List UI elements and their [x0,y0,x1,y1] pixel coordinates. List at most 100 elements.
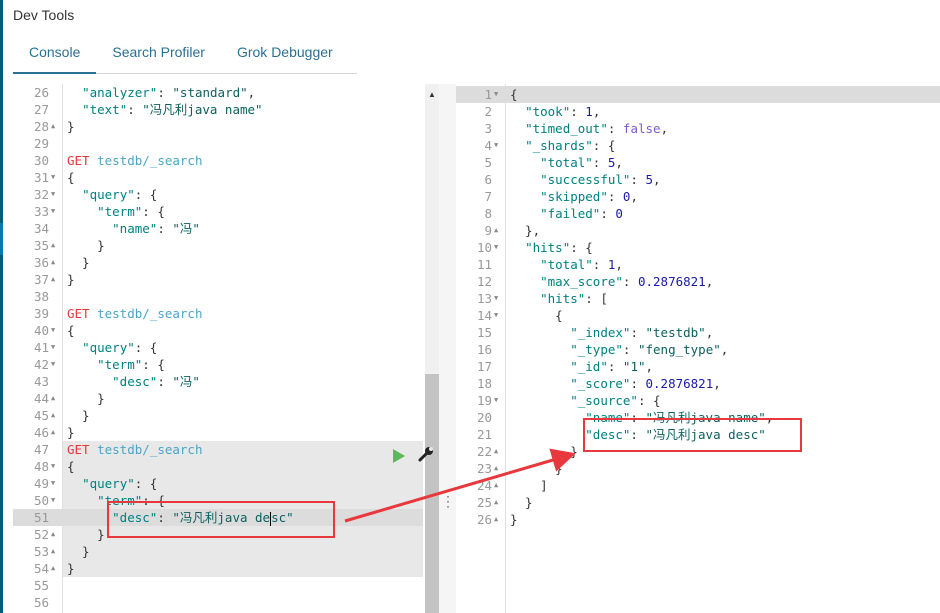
resize-handle-icon[interactable]: · · · [446,490,450,512]
fold-expand-icon[interactable]: ▲ [51,560,61,577]
code-line[interactable]: 17 "_id": "1", [456,358,940,375]
code-line[interactable]: 56 [13,594,423,611]
fold-expand-icon[interactable]: ▲ [494,222,504,239]
code-line[interactable]: 27 "text": "冯凡利java name" [13,101,423,118]
code-line[interactable]: 40 ▼ { [13,322,423,339]
code-line[interactable]: 39 GET testdb/_search [13,305,423,322]
play-icon[interactable] [393,449,405,463]
code-line[interactable]: 15 "_index": "testdb", [456,324,940,341]
fold-collapse-icon[interactable]: ▼ [51,458,61,475]
scrollbar-thumb[interactable] [425,374,439,613]
fold-expand-icon[interactable]: ▲ [494,494,504,511]
tab-grok-debugger[interactable]: Grok Debugger [221,36,349,74]
code-line[interactable]: 38 [13,288,423,305]
scroll-up-icon[interactable]: ▲ [428,90,436,99]
code-line[interactable]: 42 ▼ "term": { [13,356,423,373]
code-line[interactable]: 23 ▲ } [456,460,940,477]
code-line[interactable]: 3 "timed_out": false, [456,120,940,137]
code-line[interactable]: 41 ▼ "query": { [13,339,423,356]
fold-collapse-icon[interactable]: ▼ [51,339,61,356]
fold-collapse-icon[interactable]: ▼ [494,86,504,103]
fold-collapse-icon[interactable]: ▼ [51,475,61,492]
code-line[interactable]: 14 ▼ { [456,307,940,324]
code-line[interactable]: 31 ▼ { [13,169,423,186]
code-line[interactable]: 5 "total": 5, [456,154,940,171]
code-line[interactable]: 8 "failed": 0 [456,205,940,222]
fold-collapse-icon[interactable]: ▼ [494,137,504,154]
code-line[interactable]: 36 ▲ } [13,254,423,271]
code-line[interactable]: 10 ▼ "hits": { [456,239,940,256]
code-line[interactable]: 18 "_score": 0.2876821, [456,375,940,392]
code-line[interactable]: 19 ▼ "_source": { [456,392,940,409]
code-line[interactable]: 2 "took": 1, [456,103,940,120]
code-line[interactable]: 4 ▼ "_shards": { [456,137,940,154]
fold-collapse-icon[interactable]: ▼ [494,290,504,307]
code-line[interactable]: 25 ▲ } [456,494,940,511]
panel-resizer[interactable]: · · · [439,84,456,613]
fold-expand-icon[interactable]: ▲ [51,526,61,543]
line-number: 4 [484,138,492,153]
code-line[interactable]: 16 "_type": "feng_type", [456,341,940,358]
line-number: 12 [476,274,492,289]
fold-collapse-icon[interactable]: ▼ [494,307,504,324]
code-line[interactable]: 12 "max_score": 0.2876821, [456,273,940,290]
fold-expand-icon[interactable]: ▲ [494,511,504,528]
code-line[interactable]: 28 ▲} [13,118,423,135]
code-line[interactable]: 49 ▼ "query": { [13,475,423,492]
fold-collapse-icon[interactable]: ▼ [494,392,504,409]
code-line[interactable]: 6 "successful": 5, [456,171,940,188]
tab-console[interactable]: Console [13,36,97,74]
fold-expand-icon[interactable]: ▲ [51,254,61,271]
fold-collapse-icon[interactable]: ▼ [51,322,61,339]
line-number: 16 [476,342,492,357]
fold-collapse-icon[interactable]: ▼ [51,186,61,203]
fold-expand-icon[interactable]: ▲ [494,477,504,494]
fold-collapse-icon[interactable]: ▼ [51,492,61,509]
fold-expand-icon[interactable]: ▲ [51,118,61,135]
fold-collapse-icon[interactable]: ▼ [51,356,61,373]
tab-search-profiler[interactable]: Search Profiler [96,36,221,74]
code-line[interactable]: 7 "skipped": 0, [456,188,940,205]
code-line[interactable]: 37 ▲} [13,271,423,288]
code-line[interactable]: 32 ▼ "query": { [13,186,423,203]
code-line[interactable]: 55 [13,577,423,594]
code-line[interactable]: 33 ▼ "term": { [13,203,423,220]
code-line[interactable]: 43 "desc": "冯" [13,373,423,390]
fold-expand-icon[interactable]: ▲ [51,237,61,254]
code-text: "query": { [82,340,158,355]
code-line[interactable]: 48 ▼ { [13,458,423,475]
code-line[interactable]: 46 ▲} [13,424,423,441]
code-line[interactable]: 29 [13,135,423,152]
fold-collapse-icon[interactable]: ▼ [51,203,61,220]
fold-expand-icon[interactable]: ▲ [51,390,61,407]
code-line[interactable]: 44 ▲ } [13,390,423,407]
code-line[interactable]: 34 "name": "冯" [13,220,423,237]
fold-expand-icon[interactable]: ▲ [51,407,61,424]
fold-expand-icon[interactable]: ▲ [494,460,504,477]
line-number: 8 [484,206,492,221]
code-line[interactable]: 13 ▼ "hits": [ [456,290,940,307]
code-line[interactable]: 30 GET testdb/_search [13,152,423,169]
code-line[interactable]: 24 ▲ ] [456,477,940,494]
fold-collapse-icon[interactable]: ▼ [51,169,61,186]
request-editor-scrollbar[interactable]: ▲ [425,84,439,613]
code-line[interactable]: 53 ▲ } [13,543,423,560]
code-line[interactable]: 9 ▲ }, [456,222,940,239]
fold-expand-icon[interactable]: ▲ [51,271,61,288]
code-line[interactable]: 47 GET testdb/_search [13,441,423,458]
code-line[interactable]: 11 "total": 1, [456,256,940,273]
fold-expand-icon[interactable]: ▲ [51,543,61,560]
fold-collapse-icon[interactable]: ▼ [494,239,504,256]
code-line[interactable]: 1 ▼ { [456,86,940,103]
line-number: 51 [33,510,49,525]
code-line[interactable]: 35 ▲ } [13,237,423,254]
code-line[interactable]: 26 "analyzer": "standard", [13,84,423,101]
code-line[interactable]: 45 ▲ } [13,407,423,424]
fold-expand-icon[interactable]: ▲ [51,424,61,441]
code-text: "hits": { [525,240,593,255]
wrench-icon[interactable] [417,445,435,463]
code-line[interactable]: 26 ▲} [456,511,940,528]
line-number: 19 [476,393,492,408]
fold-expand-icon[interactable]: ▲ [494,443,504,460]
code-line[interactable]: 54 ▲} [13,560,423,577]
